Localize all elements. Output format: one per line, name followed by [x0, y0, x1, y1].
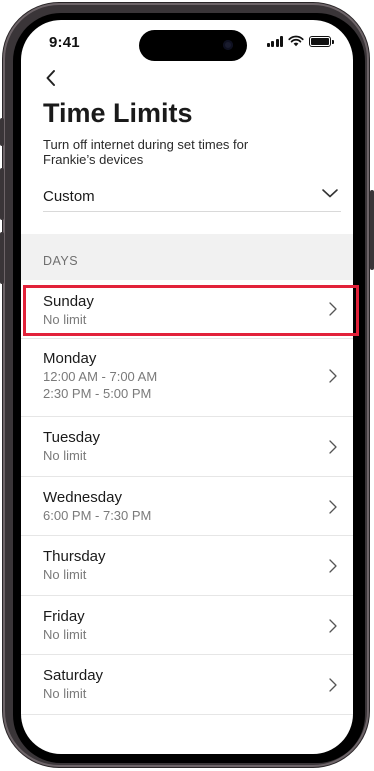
mute-switch	[0, 118, 4, 146]
day-limit: No limit	[43, 686, 87, 701]
screen: 9:41 Time Limits Turn off internet durin…	[21, 20, 353, 754]
day-limit: No limit	[43, 312, 87, 327]
chevron-right-icon	[329, 440, 337, 454]
day-limit: No limit	[43, 567, 87, 582]
chevron-right-icon	[329, 302, 337, 316]
status-bar: 9:41	[21, 20, 353, 68]
camera-icon	[223, 40, 233, 50]
chevron-down-icon	[322, 189, 338, 198]
day-limit: 2:30 PM - 5:00 PM	[43, 386, 152, 401]
chevron-right-icon	[329, 678, 337, 692]
cellular-signal-icon	[266, 35, 283, 47]
day-name: Tuesday	[43, 429, 100, 446]
day-name: Thursday	[43, 548, 106, 565]
days-section-header: DAYS	[21, 234, 353, 280]
chevron-right-icon	[329, 500, 337, 514]
chevron-left-icon	[46, 70, 55, 86]
day-name: Saturday	[43, 667, 104, 684]
wifi-icon	[288, 35, 304, 47]
day-name: Monday	[43, 350, 97, 367]
chevron-right-icon	[329, 559, 337, 573]
dynamic-island	[139, 30, 247, 61]
schedule-dropdown[interactable]: Custom	[43, 182, 341, 212]
back-button[interactable]	[39, 66, 63, 90]
day-row-wednesday[interactable]: Wednesday 6:00 PM - 7:30 PM	[21, 477, 353, 536]
day-name: Sunday	[43, 293, 94, 310]
day-row-monday[interactable]: Monday 12:00 AM - 7:00 AM 2:30 PM - 5:00…	[21, 339, 353, 417]
volume-down-button	[0, 232, 4, 284]
day-row-friday[interactable]: Friday No limit	[21, 596, 353, 655]
page-subtitle: Turn off internet during set times for F…	[43, 137, 249, 167]
schedule-dropdown-value: Custom	[43, 188, 95, 205]
page-title: Time Limits	[43, 98, 193, 128]
status-icons	[266, 34, 334, 48]
day-row-sunday[interactable]: Sunday No limit	[21, 280, 353, 339]
day-row-thursday[interactable]: Thursday No limit	[21, 536, 353, 596]
day-limit: No limit	[43, 448, 87, 463]
battery-icon	[309, 35, 334, 47]
day-row-saturday[interactable]: Saturday No limit	[21, 655, 353, 715]
chevron-right-icon	[329, 369, 337, 383]
status-time: 9:41	[49, 34, 80, 51]
days-list: Sunday No limit Monday 12:00 AM - 7:00 A…	[21, 280, 353, 715]
day-row-tuesday[interactable]: Tuesday No limit	[21, 417, 353, 477]
volume-up-button	[0, 168, 4, 220]
day-name: Wednesday	[43, 489, 122, 506]
chevron-right-icon	[329, 619, 337, 633]
day-name: Friday	[43, 608, 85, 625]
section-label: DAYS	[43, 254, 79, 268]
power-button	[370, 190, 374, 270]
day-limit: 6:00 PM - 7:30 PM	[43, 508, 152, 523]
day-limit: 12:00 AM - 7:00 AM	[43, 369, 158, 384]
day-limit: No limit	[43, 627, 87, 642]
